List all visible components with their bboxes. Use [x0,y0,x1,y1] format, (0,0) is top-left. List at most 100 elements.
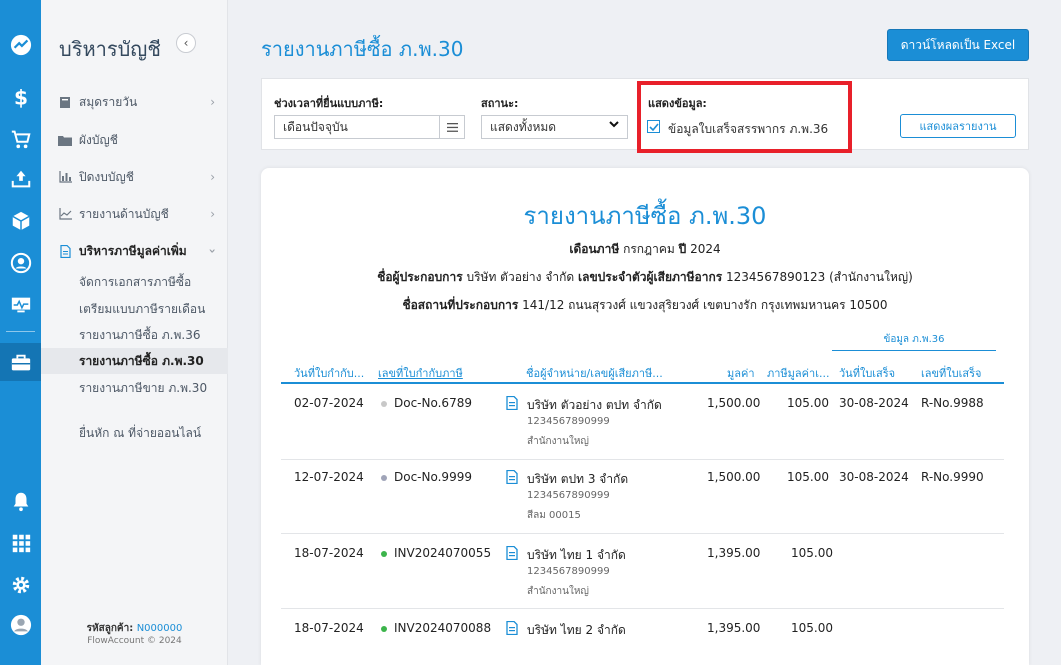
list-picker-icon[interactable] [439,116,464,138]
document-icon[interactable] [506,546,518,560]
year-label: ปี [678,242,687,256]
document-icon[interactable] [506,470,518,484]
col-receipt-date[interactable]: วันที่ใบเสร็จ [839,364,895,382]
table-row[interactable]: 02-07-2024 Doc-No.6789 บริษัท ตัวอย่าง ต… [281,384,1004,459]
document-icon[interactable] [506,396,518,410]
invoice-date: 02-07-2024 [294,396,364,410]
collapse-sidebar-button[interactable]: ‹ [176,33,196,53]
operator-label: ชื่อผู้ประกอบการ [377,270,463,284]
monitor-icon[interactable] [8,292,33,317]
invoice-number[interactable]: Doc-No.6789 [394,396,472,410]
user-avatar-icon[interactable] [8,612,33,637]
amount: 1,395.00 [707,621,761,635]
chevron-left-icon: ‹ [183,36,189,50]
book-icon [57,95,73,109]
sidebar-subitem-purchase-tax-docs[interactable]: จัดการเอกสารภาษีซื้อ [79,272,225,292]
show-report-button[interactable]: แสดงผลรายงาน [900,114,1016,138]
col-invoice-date[interactable]: วันที่ใบกำกับ... [294,364,364,382]
invoice-number[interactable]: INV2024070055 [394,546,491,560]
report-title: รายงานภาษีซื้อ ภ.พ.30 [523,202,767,230]
copyright: FlowAccount © 2024 [87,636,182,646]
vat: 105.00 [791,621,833,635]
status-value: แสดงทั้งหมด [490,119,557,134]
sidebar-item-accounting-reports[interactable]: รายงานด้านบัญชี › [57,203,215,225]
sidebar: บริหารบัญชี สมุดรายวัน › ผังบัญชี ปิดงบบ… [41,0,228,665]
invoice-number[interactable]: Doc-No.9999 [394,470,472,484]
operator-value: บริษัท ตัวอย่าง จำกัด [466,270,575,284]
year-value: 2024 [690,242,721,256]
amount: 1,500.00 [707,470,761,484]
upload-tray-icon[interactable] [8,166,33,191]
col-invoice-number[interactable]: เลขที่ใบกำกับภาษี [378,364,463,382]
app-rail: $ [0,0,41,665]
bell-icon[interactable] [8,488,33,513]
report-card: รายงานภาษีซื้อ ภ.พ.30 เดือนภาษี กรกฎาคม … [261,168,1029,665]
month-value: กรกฎาคม [623,242,675,256]
apps-grid-icon[interactable] [8,530,33,555]
period-field[interactable]: เดือนปัจจุบัน [274,115,465,139]
address-value: 141/12 ถนนสุรวงศ์ แขวงสุริยวงศ์ เขตบางรั… [522,298,888,312]
sidebar-item-label: บริหารภาษีมูลค่าเพิ่ม [79,243,187,258]
col-vat[interactable]: ภาษีมูลค่าเ... [767,364,829,382]
chevron-right-icon: › [210,170,215,184]
sidebar-subitem-online-withholding[interactable]: ยื่นหัก ณ ที่จ่ายออนไลน์ [79,423,225,443]
receipt-date: 30-08-2024 [839,470,909,484]
sidebar-item-label: รายงานด้านบัญชี [79,206,169,221]
vendor-taxid: 1234567890999 [527,490,610,501]
dashboard-icon[interactable] [8,32,33,57]
col-vendor[interactable]: ชื่อผู้จำหน่าย/เลขผู้เสียภาษี... [526,364,663,382]
table-row[interactable]: 18-07-2024 INV2024070088 บริษัท ไทย 2 จำ… [281,609,1004,665]
sidebar-item-journal[interactable]: สมุดรายวัน › [57,91,215,113]
vendor-taxid: 1234567890999 [527,416,610,427]
taxid-label: เลขประจำตัวผู้เสียภาษีอากร [578,270,723,284]
receipt-number: R-No.9990 [921,470,984,484]
highlight-box [637,81,852,153]
bar-chart-icon [57,170,73,184]
month-label: เดือนภาษี [569,242,620,256]
invoice-date: 18-07-2024 [294,621,364,635]
box-icon[interactable] [8,208,33,233]
table-row[interactable]: 18-07-2024 INV2024070055 บริษัท ไทย 1 จำ… [281,534,1004,608]
contacts-icon[interactable] [8,250,33,275]
period-label: ช่วงเวลาที่ยื่นแบบภาษี: [274,97,384,110]
invoice-date: 18-07-2024 [294,546,364,560]
sidebar-item-chart-of-accounts[interactable]: ผังบัญชี [57,129,215,151]
download-excel-button[interactable]: ดาวน์โหลดเป็น Excel [887,29,1029,61]
pp36-group-label: ข้อมูล ภ.พ.36 [883,334,945,345]
sidebar-subitem-monthly-tax-prep[interactable]: เตรียมแบบภาษีรายเดือน [79,299,225,319]
customer-code-label: รหัสลูกค้า: [86,623,134,634]
document-icon[interactable] [506,621,518,635]
vat: 105.00 [787,396,829,410]
sidebar-subitem-pp36-report[interactable]: รายงานภาษีซื้อ ภ.พ.36 [79,325,225,345]
address-label: ชื่อสถานที่ประกอบการ [402,298,519,312]
vendor-name: บริษัท ไทย 1 จำกัด [527,548,626,562]
chevron-down-icon [609,120,619,131]
sidebar-subitem-pp30-purchase-report[interactable]: รายงานภาษีซื้อ ภ.พ.30 [79,351,225,371]
vat: 105.00 [791,546,833,560]
sidebar-item-closing[interactable]: ปิดงบบัญชี › [57,166,215,188]
col-receipt-number[interactable]: เลขที่ใบเสร็จ [921,364,981,382]
receipt-number: R-No.9988 [921,396,984,410]
report-address-line: ชื่อสถานที่ประกอบการ 141/12 ถนนสุรวงศ์ แ… [261,296,1029,315]
table-row[interactable]: 12-07-2024 Doc-No.9999 บริษัท ตปท 3 จำกั… [281,460,1004,533]
gear-icon[interactable] [8,572,33,597]
chevron-down-icon: › [205,248,220,254]
col-amount[interactable]: มูลค่า [727,364,755,382]
line-chart-icon [57,207,73,221]
invoice-number[interactable]: INV2024070088 [394,621,491,635]
page-title: รายงานภาษีซื้อ ภ.พ.30 [261,37,464,61]
sidebar-item-label: ปิดงบบัญชี [79,169,134,184]
svg-text:$: $ [13,86,27,108]
rail-divider [6,331,35,332]
dollar-icon[interactable]: $ [8,84,33,109]
sidebar-subitem-pp30-sales-report[interactable]: รายงานภาษีขาย ภ.พ.30 [79,378,225,398]
sidebar-item-vat-management[interactable]: บริหารภาษีมูลค่าเพิ่ม › [57,240,220,262]
cart-icon[interactable] [8,126,33,151]
status-label: สถานะ: [481,97,519,110]
customer-code: รหัสลูกค้า: N000000 [41,621,228,636]
status-dot [381,401,387,407]
briefcase-icon[interactable] [8,350,33,375]
sidebar-item-label: สมุดรายวัน [79,94,138,109]
status-select[interactable]: แสดงทั้งหมด [481,115,628,139]
receipt-date: 30-08-2024 [839,396,909,410]
